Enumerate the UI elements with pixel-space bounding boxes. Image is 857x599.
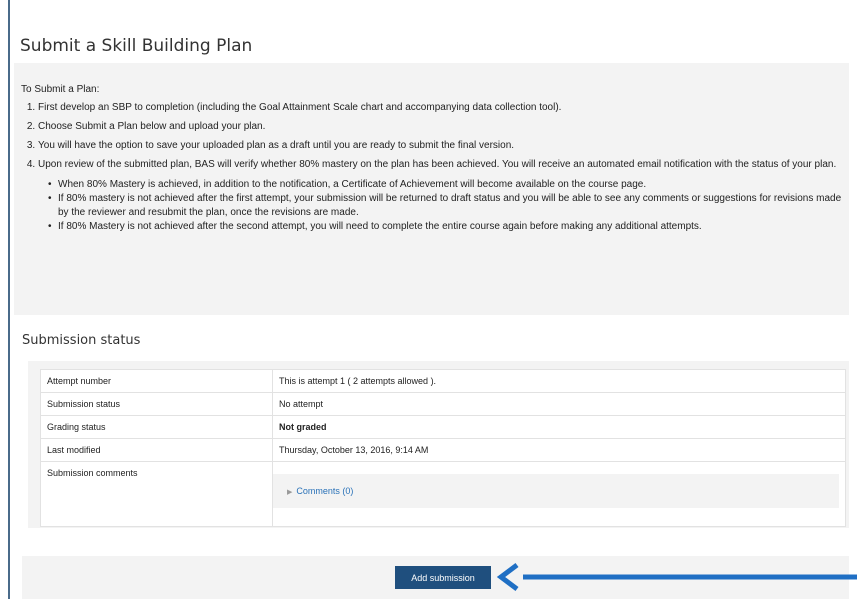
mastery-bullets: • When 80% Mastery is achieved, in additi…	[38, 178, 843, 234]
table-row: Attempt number This is attempt 1 ( 2 att…	[40, 369, 846, 393]
bullet-item: • When 80% Mastery is achieved, in additi…	[48, 178, 843, 192]
row-value: Thursday, October 13, 2016, 9:14 AM	[272, 438, 846, 462]
add-submission-button[interactable]: Add submission	[395, 566, 491, 589]
bullet-item: • If 80% mastery is not achieved after th…	[48, 192, 843, 220]
comments-link-text: Comments (0)	[296, 486, 354, 496]
bullet-text: If 80% mastery is not achieved after the…	[58, 193, 842, 218]
bullet-item: • If 80% Mastery is not achieved after th…	[48, 220, 843, 234]
bullet-text: When 80% Mastery is achieved, in additio…	[58, 179, 647, 190]
step-item: First develop an SBP to completion (incl…	[38, 101, 843, 115]
table-row: Submission status No attempt	[40, 392, 846, 416]
table-row: Submission comments ▶ Comments (0)	[40, 461, 846, 527]
instructions-lead: To Submit a Plan:	[21, 84, 100, 95]
instructions-panel: To Submit a Plan: First develop an SBP t…	[14, 63, 849, 315]
instructions-steps: First develop an SBP to completion (incl…	[21, 101, 843, 239]
row-value: This is attempt 1 ( 2 attempts allowed )…	[272, 369, 846, 393]
table-row: Grading status Not graded	[40, 415, 846, 439]
submission-status-table: Attempt number This is attempt 1 ( 2 att…	[40, 369, 846, 527]
row-label: Last modified	[40, 438, 273, 462]
table-row: Last modified Thursday, October 13, 2016…	[40, 438, 846, 462]
comments-box: ▶ Comments (0)	[273, 474, 839, 508]
step-text: Upon review of the submitted plan, BAS w…	[38, 159, 837, 170]
bullet-icon: •	[48, 193, 52, 204]
submission-status-heading: Submission status	[22, 333, 141, 348]
step-item: Upon review of the submitted plan, BAS w…	[38, 158, 843, 234]
comments-toggle[interactable]: ▶ Comments (0)	[273, 486, 353, 496]
row-label: Attempt number	[40, 369, 273, 393]
step-item: Choose Submit a Plan below and upload yo…	[38, 120, 843, 134]
row-value: Not graded	[272, 415, 846, 439]
bullet-icon: •	[48, 179, 52, 190]
bullet-icon: •	[48, 221, 52, 232]
row-label: Grading status	[40, 415, 273, 439]
caret-right-icon: ▶	[287, 489, 293, 496]
arrow-left-icon	[496, 563, 857, 591]
page-title: Submit a Skill Building Plan	[20, 36, 253, 56]
row-value: No attempt	[272, 392, 846, 416]
row-label: Submission status	[40, 392, 273, 416]
submission-status-panel: Attempt number This is attempt 1 ( 2 att…	[28, 361, 849, 528]
bullet-text: If 80% Mastery is not achieved after the…	[58, 221, 702, 232]
row-label: Submission comments	[40, 461, 273, 527]
step-item: You will have the option to save your up…	[38, 139, 843, 153]
row-value: ▶ Comments (0)	[272, 461, 846, 527]
